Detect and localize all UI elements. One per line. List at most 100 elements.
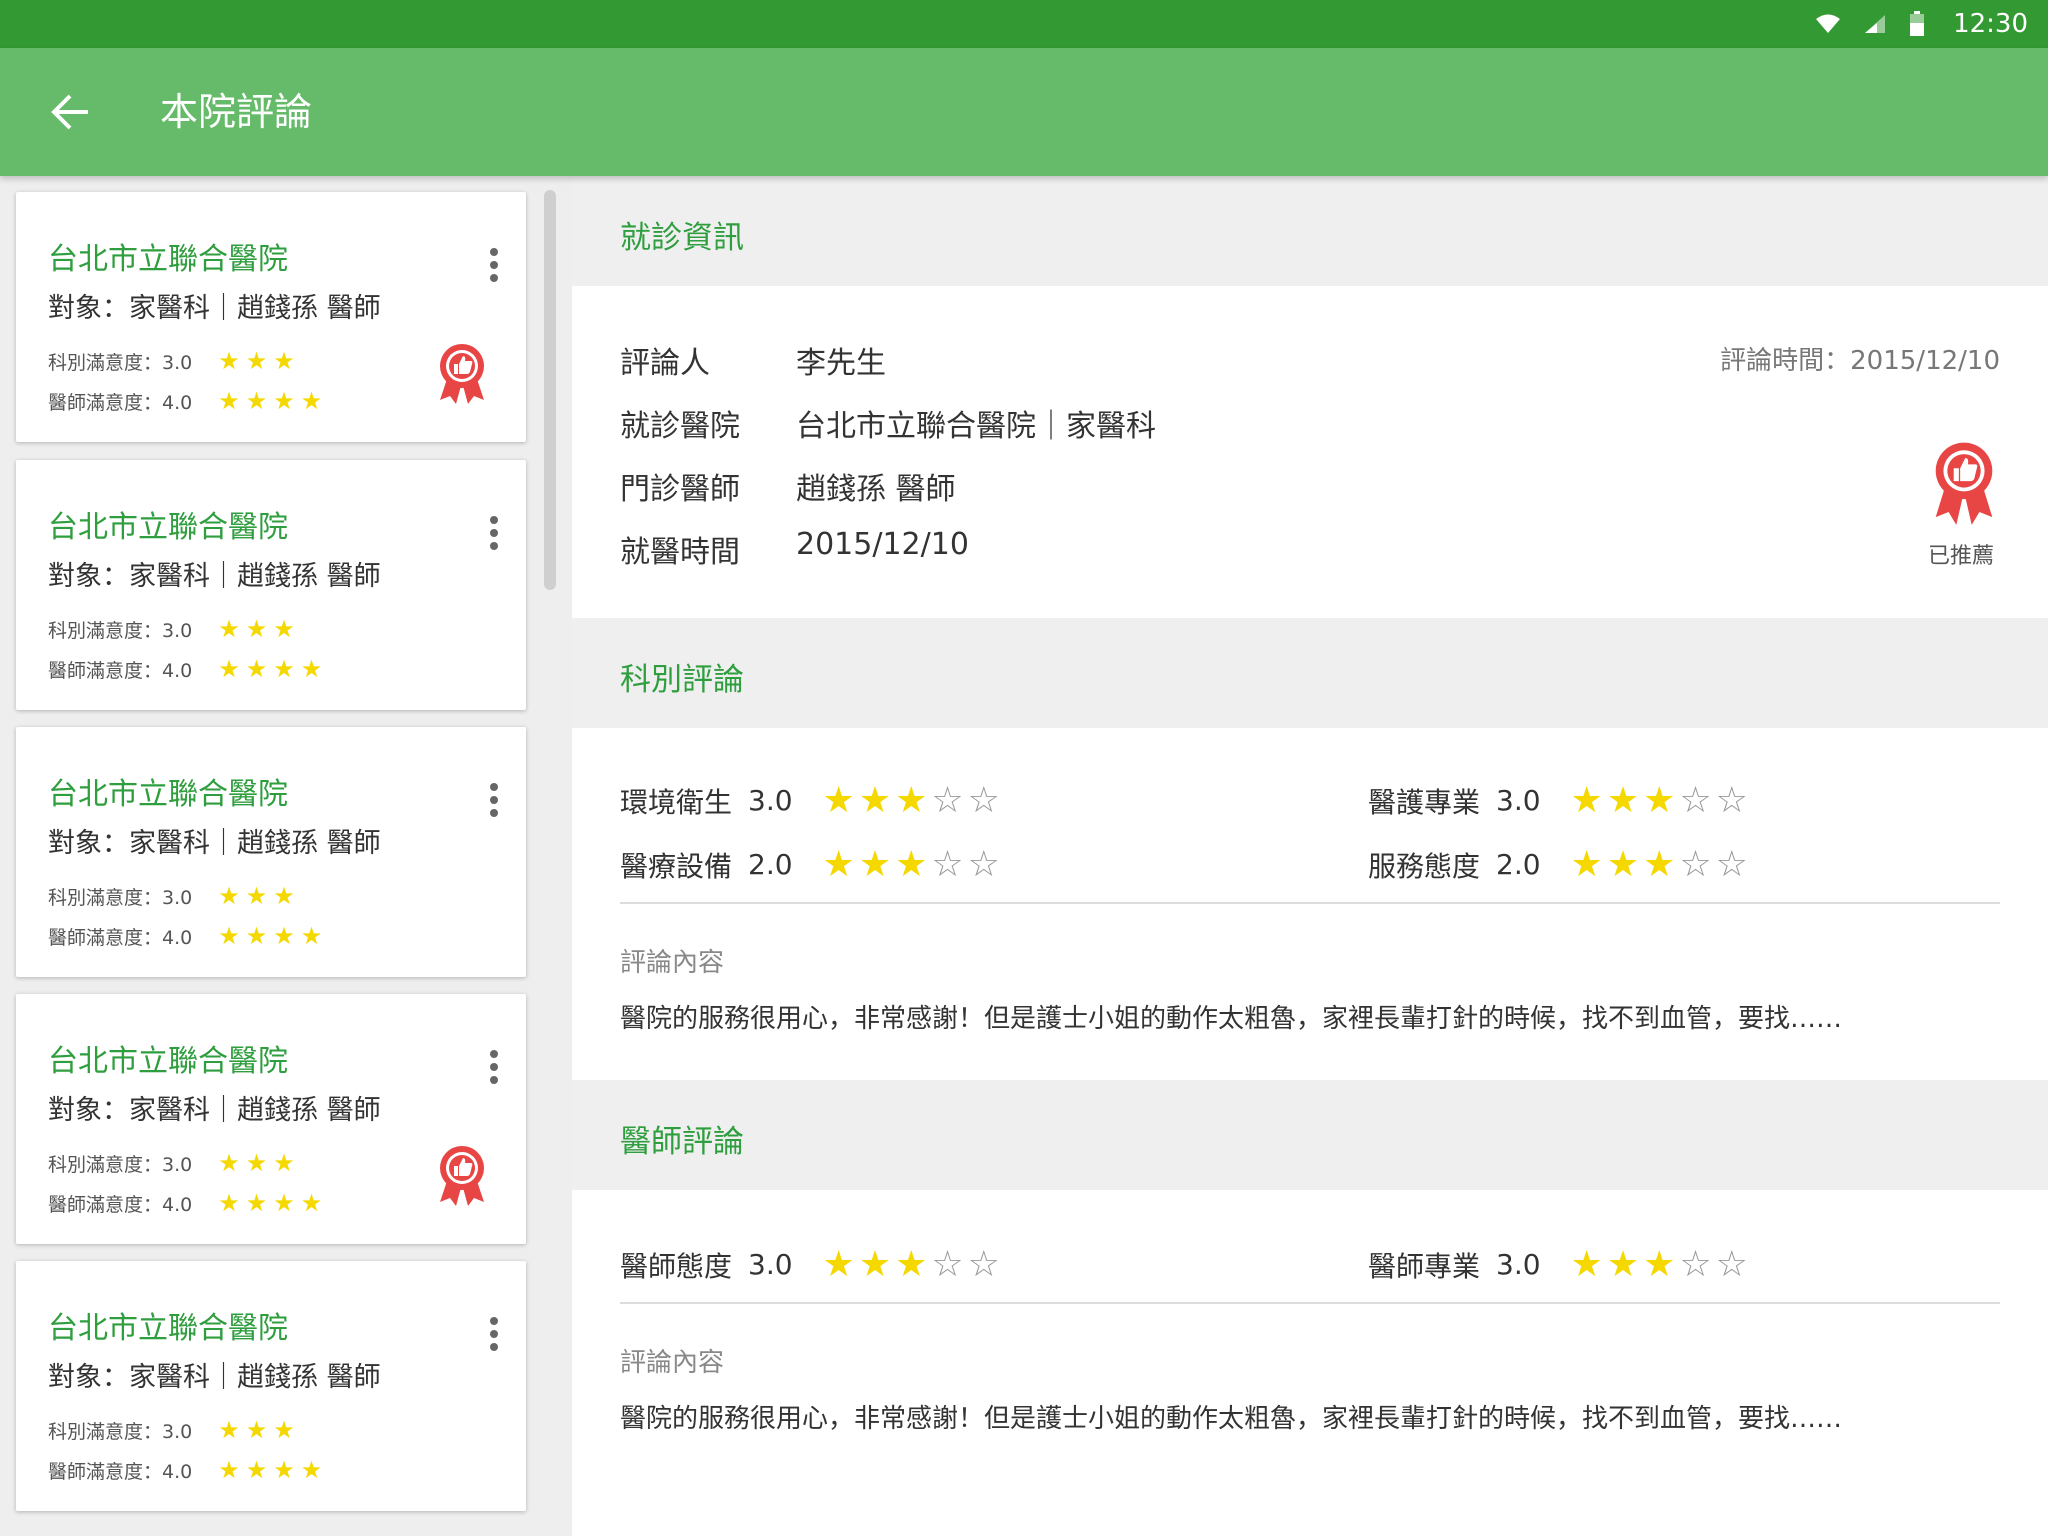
- rating-stars: ★★★ ☆☆: [1570, 780, 1752, 821]
- card-target: 對象：家醫科｜趙錢孫 醫師: [48, 561, 381, 592]
- dept-rating-label: 科別滿意度：3.0: [48, 1420, 193, 1443]
- dept-stars: ★★★: [218, 882, 301, 910]
- list-scrollbar[interactable]: [544, 190, 556, 590]
- review-card[interactable]: 台北市立聯合醫院 對象：家醫科｜趙錢孫 醫師 科別滿意度：3.0 ★★★ 醫師滿意…: [16, 460, 526, 710]
- dept-stars: ★★★: [218, 1416, 301, 1444]
- doctor-rating-item: 醫師專業 3.0 ★★★ ☆☆: [1368, 1244, 1752, 1285]
- rating-score: 3.0: [748, 1248, 793, 1281]
- card-hospital-name: 台北市立聯合醫院: [48, 242, 288, 277]
- dept-rating-label: 科別滿意度：3.0: [48, 619, 193, 642]
- hospital-value: 台北市立聯合醫院｜家醫科: [796, 409, 1156, 444]
- rating-score: 2.0: [748, 848, 793, 881]
- rating-score: 3.0: [748, 784, 793, 817]
- doctor-rating-label: 醫師滿意度：4.0: [48, 1460, 193, 1483]
- dept-rating-label: 科別滿意度：3.0: [48, 351, 193, 374]
- recommended-label: 已推薦: [1928, 544, 1995, 569]
- doctor-value: 趙錢孫 醫師: [796, 472, 956, 507]
- more-vert-icon[interactable]: [482, 1046, 506, 1088]
- card-target: 對象：家醫科｜趙錢孫 醫師: [48, 293, 381, 324]
- dept-rating-label: 科別滿意度：3.0: [48, 886, 193, 909]
- section-title: 就診資訊: [620, 220, 744, 256]
- rating-stars: ★★★ ☆☆: [1570, 1244, 1752, 1285]
- doctor-stars: ★★★★: [218, 387, 329, 415]
- more-vert-icon[interactable]: [482, 779, 506, 821]
- doctor-rating: 醫師滿意度：4.0 ★★★★: [48, 655, 328, 683]
- rating-label: 醫師專業: [1368, 1249, 1481, 1283]
- dept-stars: ★★★: [218, 615, 301, 643]
- divider: [620, 902, 2000, 904]
- doctor-rating-label: 醫師滿意度：4.0: [48, 926, 193, 949]
- rating-label: 醫療設備: [620, 849, 733, 883]
- status-bar: 12:30: [0, 0, 2048, 48]
- review-card[interactable]: 台北市立聯合醫院 對象：家醫科｜趙錢孫 醫師 科別滿意度：3.0 ★★★ 醫師滿意…: [16, 994, 526, 1244]
- rating-stars: ★★★ ☆☆: [822, 844, 1004, 885]
- doctor-review-header: 醫師評論: [572, 1080, 2048, 1190]
- card-target: 對象：家醫科｜趙錢孫 醫師: [48, 828, 381, 859]
- reviewer-value: 李先生: [796, 346, 886, 381]
- comment-label: 評論內容: [620, 1348, 725, 1378]
- dept-rating-item: 服務態度 2.0 ★★★ ☆☆: [1368, 844, 1752, 885]
- review-card[interactable]: 台北市立聯合醫院 對象：家醫科｜趙錢孫 醫師 科別滿意度：3.0 ★★★ 醫師滿意…: [16, 727, 526, 977]
- section-title: 醫師評論: [620, 1124, 744, 1160]
- visit-date-label: 就醫時間: [620, 535, 740, 570]
- review-time: 評論時間：2015/12/10: [1720, 346, 2000, 376]
- dept-rating: 科別滿意度：3.0 ★★★: [48, 1149, 301, 1177]
- doctor-rating: 醫師滿意度：4.0 ★★★★: [48, 922, 328, 950]
- doctor-rating: 醫師滿意度：4.0 ★★★★: [48, 1456, 328, 1484]
- visit-info-header: 就診資訊: [572, 176, 2048, 286]
- card-target: 對象：家醫科｜趙錢孫 醫師: [48, 1362, 381, 1393]
- recommend-badge-icon: [1928, 440, 2000, 534]
- review-card[interactable]: 台北市立聯合醫院 對象：家醫科｜趙錢孫 醫師 科別滿意度：3.0 ★★★ 醫師滿意…: [16, 1261, 526, 1511]
- wifi-icon: [1815, 13, 1841, 35]
- card-hospital-name: 台北市立聯合醫院: [48, 1311, 288, 1346]
- app-bar: 本院評論: [0, 48, 2048, 176]
- dept-stars: ★★★: [218, 347, 301, 375]
- review-card[interactable]: 台北市立聯合醫院 對象：家醫科｜趙錢孫 醫師 科別滿意度：3.0 ★★★ 醫師滿意…: [16, 192, 526, 442]
- page-title: 本院評論: [160, 90, 313, 134]
- dept-rating-label: 科別滿意度：3.0: [48, 1153, 193, 1176]
- visit-date-value: 2015/12/10: [796, 527, 969, 562]
- recommend-badge-icon: [434, 1144, 490, 1214]
- dept-rating: 科別滿意度：3.0 ★★★: [48, 347, 301, 375]
- back-arrow-icon[interactable]: [48, 92, 96, 132]
- doctor-stars: ★★★★: [218, 1189, 329, 1217]
- doctor-rating-label: 醫師滿意度：4.0: [48, 1193, 193, 1216]
- hospital-label: 就診醫院: [620, 409, 740, 444]
- dept-rating: 科別滿意度：3.0 ★★★: [48, 615, 301, 643]
- section-title: 科別評論: [620, 662, 744, 698]
- dept-rating-item: 環境衛生 3.0 ★★★ ☆☆: [620, 780, 1004, 821]
- doctor-rating: 醫師滿意度：4.0 ★★★★: [48, 387, 328, 415]
- rating-stars: ★★★ ☆☆: [822, 1244, 1004, 1285]
- dept-rating-item: 醫護專業 3.0 ★★★ ☆☆: [1368, 780, 1752, 821]
- rating-stars: ★★★ ☆☆: [822, 780, 1004, 821]
- card-hospital-name: 台北市立聯合醫院: [48, 510, 288, 545]
- doctor-rating-item: 醫師態度 3.0 ★★★ ☆☆: [620, 1244, 1004, 1285]
- card-hospital-name: 台北市立聯合醫院: [48, 1044, 288, 1079]
- doctor-rating-label: 醫師滿意度：4.0: [48, 659, 193, 682]
- card-target: 對象：家醫科｜趙錢孫 醫師: [48, 1095, 381, 1126]
- review-list[interactable]: 台北市立聯合醫院 對象：家醫科｜趙錢孫 醫師 科別滿意度：3.0 ★★★ 醫師滿意…: [0, 176, 570, 1536]
- doctor-label: 門診醫師: [620, 472, 740, 507]
- battery-icon: [1909, 11, 1925, 37]
- dept-rating: 科別滿意度：3.0 ★★★: [48, 1416, 301, 1444]
- rating-score: 3.0: [1496, 784, 1541, 817]
- doctor-rating-label: 醫師滿意度：4.0: [48, 391, 193, 414]
- rating-score: 2.0: [1496, 848, 1541, 881]
- divider: [620, 1302, 2000, 1304]
- dept-stars: ★★★: [218, 1149, 301, 1177]
- clock: 12:30: [1953, 9, 2028, 39]
- rating-label: 醫師態度: [620, 1249, 733, 1283]
- doctor-stars: ★★★★: [218, 655, 329, 683]
- doctor-stars: ★★★★: [218, 1456, 329, 1484]
- more-vert-icon[interactable]: [482, 512, 506, 554]
- rating-label: 環境衛生: [620, 785, 733, 819]
- rating-score: 3.0: [1496, 1248, 1541, 1281]
- doctor-rating: 醫師滿意度：4.0 ★★★★: [48, 1189, 328, 1217]
- more-vert-icon[interactable]: [482, 244, 506, 286]
- card-hospital-name: 台北市立聯合醫院: [48, 777, 288, 812]
- dept-rating-item: 醫療設備 2.0 ★★★ ☆☆: [620, 844, 1004, 885]
- rating-label: 服務態度: [1368, 849, 1481, 883]
- doctor-stars: ★★★★: [218, 922, 329, 950]
- comment-text: 醫院的服務很用心，非常感謝！但是護士小姐的動作太粗魯，家裡長輩打針的時候，找不到…: [620, 1404, 1843, 1434]
- more-vert-icon[interactable]: [482, 1313, 506, 1355]
